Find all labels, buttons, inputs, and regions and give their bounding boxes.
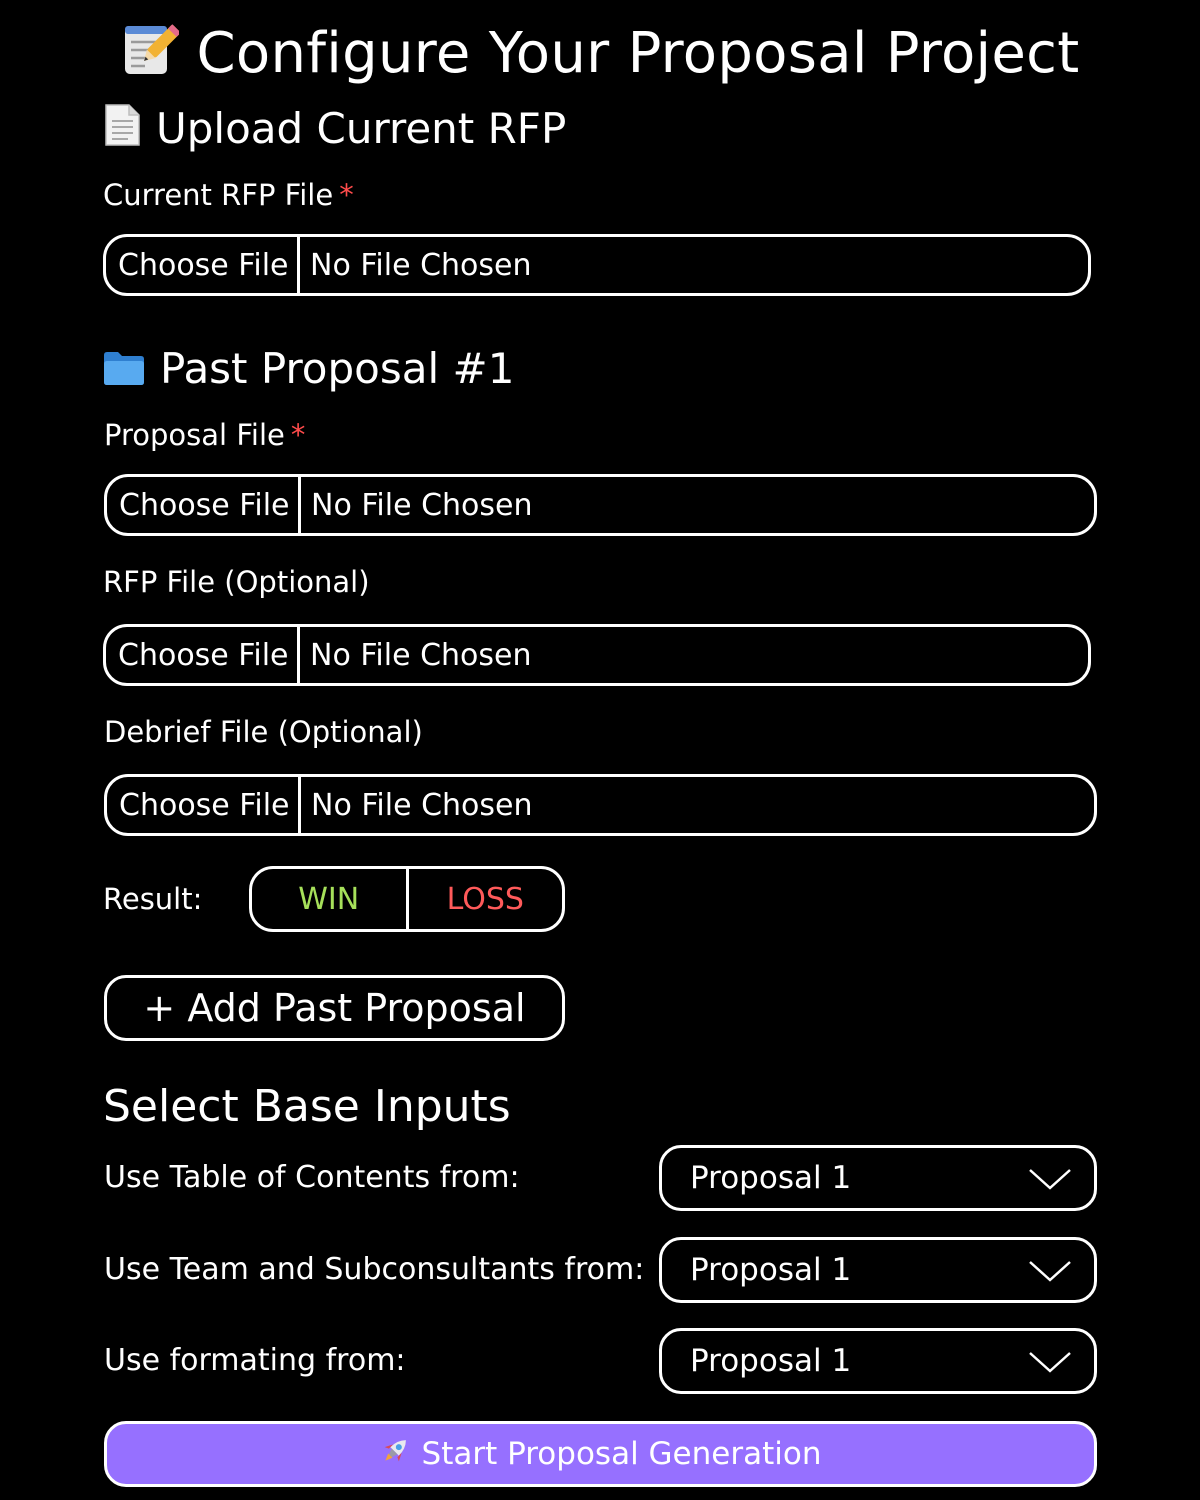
file-status: No File Chosen [310, 247, 532, 283]
choose-file-button[interactable]: Choose File [106, 627, 300, 683]
team-source-select[interactable]: Proposal 1 [659, 1237, 1097, 1303]
win-option[interactable]: WIN [252, 869, 409, 929]
debrief-file-input[interactable]: Choose File No File Chosen [104, 774, 1097, 836]
rocket-icon [380, 1434, 412, 1474]
proposal-file-input[interactable]: Choose File No File Chosen [104, 474, 1097, 536]
file-status: No File Chosen [311, 787, 533, 823]
past-proposal-heading: Past Proposal #1 [102, 342, 514, 400]
chevron-down-icon [1029, 1261, 1071, 1282]
folder-icon [102, 346, 146, 400]
current-rfp-file-label-text: Current RFP File [103, 178, 334, 212]
toc-source-value: Proposal 1 [690, 1160, 852, 1196]
rfp-file-input[interactable]: Choose File No File Chosen [103, 624, 1091, 686]
result-label: Result: [103, 882, 203, 916]
required-mark: * [290, 418, 306, 452]
page-title-text: Configure Your Proposal Project [196, 21, 1080, 86]
loss-option[interactable]: LOSS [409, 869, 563, 929]
toc-source-select[interactable]: Proposal 1 [659, 1145, 1097, 1211]
required-mark: * [339, 178, 354, 212]
chevron-down-icon [1029, 1352, 1071, 1373]
base-inputs-heading: Select Base Inputs [103, 1081, 511, 1132]
file-status: No File Chosen [310, 637, 532, 673]
current-rfp-file-input[interactable]: Choose File No File Chosen [103, 234, 1091, 296]
choose-file-button[interactable]: Choose File [107, 477, 301, 533]
choose-file-button[interactable]: Choose File [106, 237, 300, 293]
upload-current-rfp-heading: Upload Current RFP [102, 102, 566, 160]
team-source-label: Use Team and Subconsultants from: [104, 1252, 645, 1287]
result-toggle[interactable]: WIN LOSS [249, 866, 565, 932]
choose-file-button[interactable]: Choose File [107, 777, 301, 833]
formatting-source-select[interactable]: Proposal 1 [659, 1328, 1097, 1394]
page-icon [102, 103, 142, 160]
chevron-down-icon [1029, 1169, 1071, 1190]
file-status: No File Chosen [311, 487, 533, 523]
proposal-config-page: Configure Your Proposal Project Upload C… [0, 0, 1200, 1500]
past-proposal-heading-text: Past Proposal #1 [160, 344, 515, 393]
add-past-proposal-button[interactable]: + Add Past Proposal [104, 975, 565, 1041]
upload-current-rfp-heading-text: Upload Current RFP [156, 104, 567, 153]
formatting-source-value: Proposal 1 [690, 1343, 852, 1379]
start-proposal-generation-label: Start Proposal Generation [421, 1436, 822, 1472]
memo-icon [121, 20, 181, 96]
toc-source-label: Use Table of Contents from: [104, 1160, 520, 1195]
rfp-file-label: RFP File (Optional) [103, 565, 370, 599]
team-source-value: Proposal 1 [690, 1252, 852, 1288]
current-rfp-file-label: Current RFP File * [103, 177, 354, 213]
proposal-file-label: Proposal File * [104, 417, 305, 453]
page-title: Configure Your Proposal Project [0, 18, 1200, 96]
debrief-file-label: Debrief File (Optional) [104, 715, 423, 749]
formatting-source-label: Use formating from: [104, 1343, 406, 1378]
start-proposal-generation-button[interactable]: Start Proposal Generation [104, 1421, 1097, 1487]
proposal-file-label-text: Proposal File [104, 418, 285, 452]
